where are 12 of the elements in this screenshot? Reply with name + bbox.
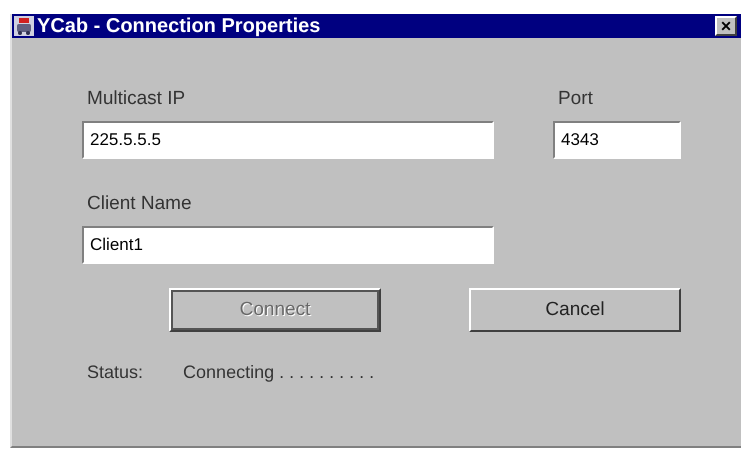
app-logo-icon bbox=[14, 16, 34, 36]
close-button[interactable]: × bbox=[715, 16, 737, 36]
ip-field[interactable]: 225.5.5.5 bbox=[82, 121, 494, 159]
status-text: Connecting . . . . . . . . . . bbox=[183, 362, 374, 383]
status-label: Status: bbox=[87, 362, 144, 383]
field-label: Client Name bbox=[87, 193, 193, 215]
field-label: Port bbox=[558, 88, 594, 110]
port-field[interactable]: 4343 bbox=[553, 121, 681, 159]
field-label: Multicast IP bbox=[87, 88, 186, 110]
cancel-button[interactable]: Cancel bbox=[469, 288, 681, 332]
window-title: YCab - Connection Properties bbox=[37, 14, 322, 38]
client-name-field[interactable]: Client1 bbox=[82, 226, 494, 264]
